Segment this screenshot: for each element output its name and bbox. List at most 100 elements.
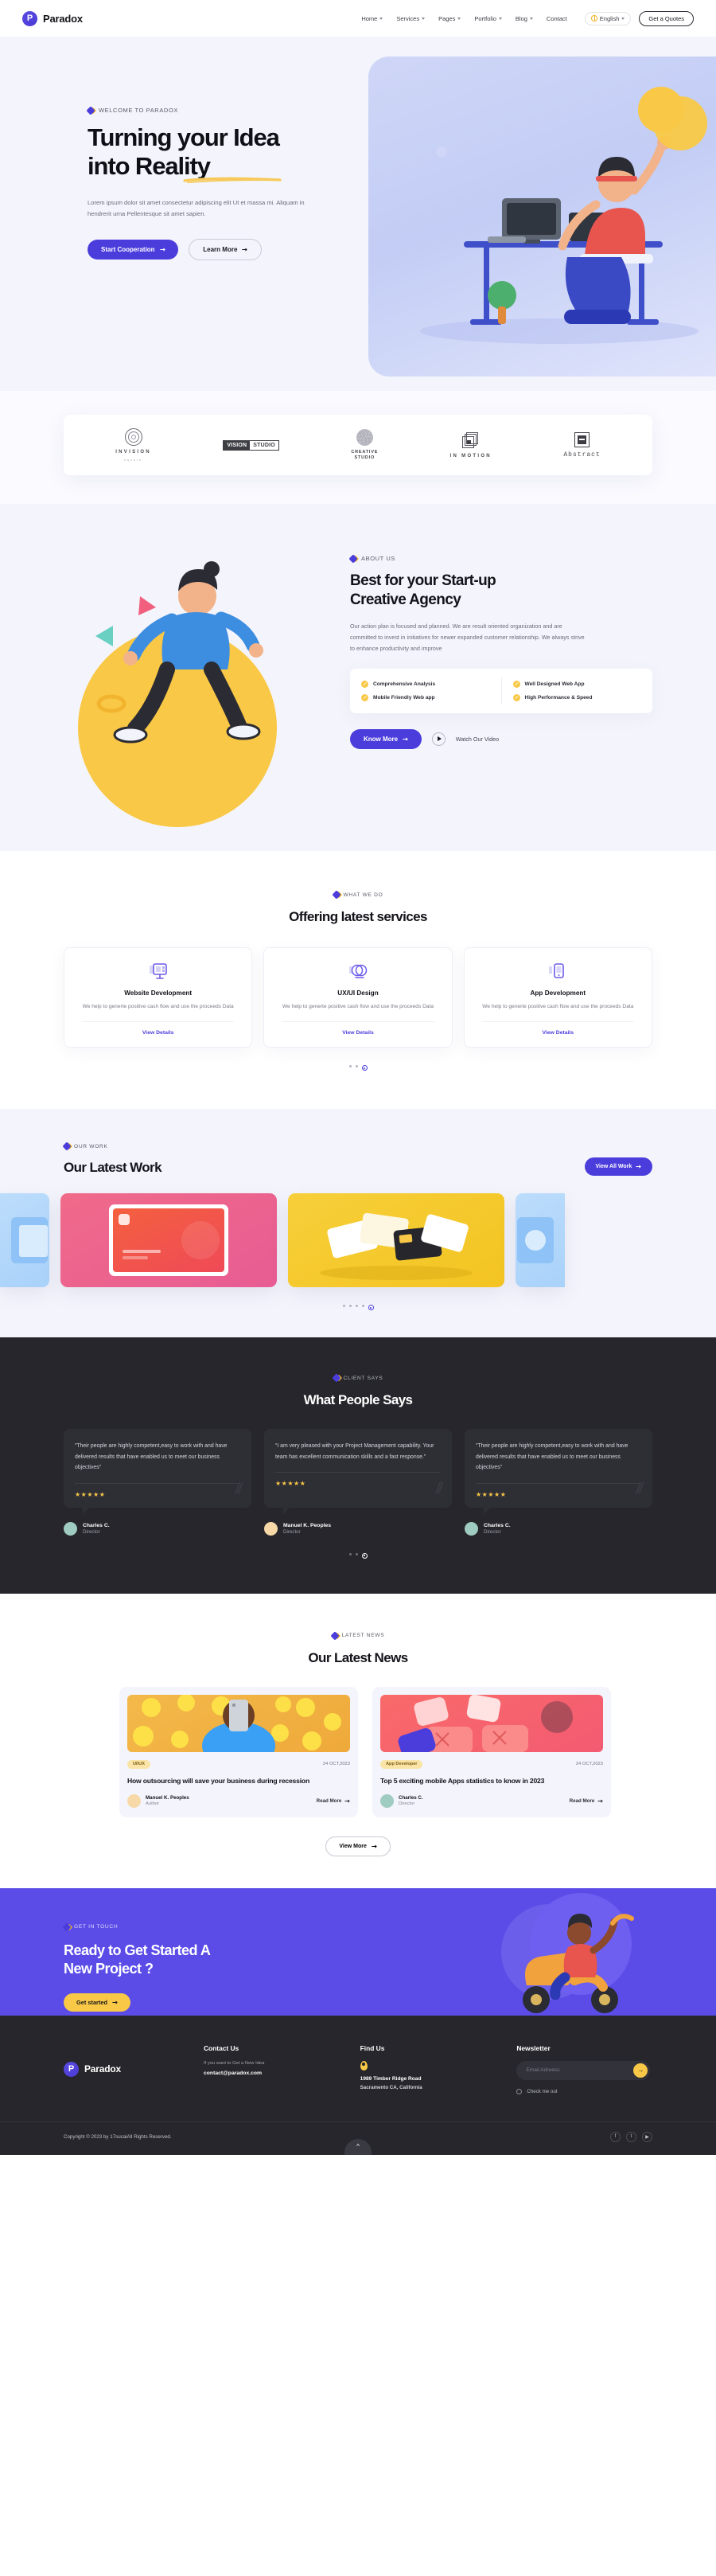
avatar: [64, 1521, 77, 1536]
news-title-text[interactable]: How outsourcing will save your business …: [127, 1776, 350, 1786]
news-section: LATEST NEWS Our Latest News UI/UX 24 OCT…: [0, 1593, 716, 1888]
services-eyebrow-label: WHAT WE DO: [343, 892, 383, 898]
youtube-icon[interactable]: ▶: [642, 2131, 652, 2142]
divider: [75, 1482, 240, 1484]
news-tag: UI/UX: [127, 1759, 150, 1769]
view-more-button[interactable]: View More ↗: [325, 1836, 391, 1856]
nav-item-home[interactable]: Home: [361, 15, 383, 22]
news-title-text[interactable]: Top 5 exciting mobile Apps statistics to…: [380, 1776, 603, 1786]
cta-eyebrow-label: GET IN TOUCH: [74, 1924, 119, 1930]
carousel-dot-active[interactable]: [361, 1065, 368, 1071]
diamond-icon: [62, 1922, 72, 1932]
carousel-dot[interactable]: [342, 1305, 345, 1308]
work-card-left-peek[interactable]: [0, 1193, 49, 1288]
divider: [275, 1472, 441, 1473]
carousel-dot[interactable]: [355, 1552, 358, 1555]
nav-label: Blog: [515, 14, 527, 22]
news-card[interactable]: UI/UX 24 OCT,2023 How outsourcing will s…: [119, 1686, 358, 1817]
brand-logo[interactable]: P Paradox: [22, 10, 83, 26]
testimonials-section: CLIENT SAYS What People Says “Their peop…: [0, 1337, 716, 1594]
carousel-dot-active[interactable]: [368, 1305, 374, 1311]
logo-creative-studio[interactable]: CREATIVE STUDIO: [351, 429, 378, 461]
facebook-icon[interactable]: f: [610, 2131, 621, 2142]
quote-mark-icon: //: [235, 1480, 241, 1497]
service-card-app-development[interactable]: App Development We help to generte posit…: [463, 947, 652, 1048]
logo-invision[interactable]: INVISION square: [115, 428, 151, 462]
logo-vision-studio[interactable]: VISION STUDIO: [223, 439, 279, 451]
testimonial-author: Charles C. Director: [465, 1521, 652, 1536]
work-card-tablet[interactable]: [60, 1193, 277, 1288]
read-more-link[interactable]: Read More ↗: [317, 1797, 352, 1805]
features-column-left: ✓ Comprehensive Analysis ✓ Mobile Friend…: [350, 677, 501, 704]
newsletter-email-input[interactable]: [526, 2067, 634, 2074]
watch-video-label[interactable]: Watch Our Video: [456, 736, 499, 743]
service-card-website-development[interactable]: Website Development We help to generte p…: [64, 947, 253, 1048]
creative-studio-icon: [356, 429, 373, 447]
brand-name: Paradox: [43, 12, 83, 25]
cta-title-line2: New Project ?: [64, 1961, 154, 1977]
language-selector[interactable]: English: [584, 11, 632, 25]
read-more-link[interactable]: Read More ↗: [570, 1797, 605, 1805]
logo-in-motion[interactable]: IN MOTION: [450, 431, 492, 459]
hero-content: WELCOME TO PARADOX Turning your Idea int…: [0, 37, 362, 391]
service-description: We help to generte positive cash flow an…: [482, 1004, 634, 1009]
news-thumbnail-emoji: [127, 1694, 350, 1752]
carousel-dot[interactable]: [361, 1305, 364, 1308]
testimonial-quote: “Their people are highly competent,easy …: [75, 1443, 228, 1471]
check-icon: ✓: [361, 680, 368, 688]
carousel-dot[interactable]: [348, 1552, 352, 1555]
carousel-dot[interactable]: [348, 1305, 352, 1308]
service-description: We help to generte positive cash flow an…: [82, 1004, 234, 1009]
newsletter-submit-button[interactable]: →: [633, 2063, 648, 2078]
nav-item-services[interactable]: Services: [396, 15, 426, 22]
carousel-dot-active[interactable]: [361, 1552, 368, 1559]
hero-eyebrow: WELCOME TO PARADOX: [86, 105, 362, 115]
about-content: ABOUT US Best for your Start-up Creative…: [348, 541, 652, 749]
know-more-button[interactable]: Know More ↗: [350, 728, 422, 749]
footer-find-heading: Find Us: [360, 2043, 385, 2052]
learn-more-button[interactable]: Learn More ↗: [189, 238, 263, 260]
work-card-cards[interactable]: [288, 1193, 504, 1288]
newsletter-checkbox-row[interactable]: Check me out: [516, 2088, 652, 2094]
logo-label: CREATIVE STUDIO: [351, 450, 378, 461]
cta-content: GET IN TOUCH Ready to Get Started A New …: [62, 1888, 652, 2012]
view-details-link[interactable]: View Details: [277, 1030, 438, 1036]
checkbox-icon[interactable]: [516, 2088, 523, 2094]
newsletter-field[interactable]: →: [516, 2060, 651, 2080]
view-all-work-button[interactable]: View All Work ↗: [584, 1157, 652, 1177]
news-card[interactable]: App Developer 24 OCT,2023 Top 5 exciting…: [372, 1686, 611, 1817]
nav-item-pages[interactable]: Pages: [438, 15, 461, 22]
nav-label: Portfolio: [474, 14, 496, 22]
start-cooperation-button[interactable]: Start Cooperation ↗: [88, 239, 179, 260]
about-title-line2: Creative Agency: [350, 591, 461, 608]
footer-brand[interactable]: P Paradox: [64, 2044, 183, 2094]
carousel-dot[interactable]: [348, 1065, 352, 1068]
chevron-down-icon: [529, 17, 533, 20]
rating-stars: ★★★★★: [476, 1490, 507, 1498]
view-details-link[interactable]: View Details: [77, 1030, 239, 1036]
diamond-icon: [86, 105, 95, 115]
nav-item-contact[interactable]: Contact: [547, 15, 567, 22]
chevron-down-icon: [422, 17, 426, 20]
logo-abstract[interactable]: Abstract: [563, 431, 600, 459]
news-footer: Manuel K. Peoples Author Read More ↗: [127, 1793, 352, 1808]
feature-row: ✓ Comprehensive Analysis: [361, 677, 490, 691]
play-video-button[interactable]: [431, 732, 446, 746]
carousel-dot[interactable]: [355, 1305, 358, 1308]
chevron-down-icon: [621, 17, 625, 20]
nav-item-blog[interactable]: Blog: [516, 15, 533, 22]
get-started-button[interactable]: Get started ↗: [64, 1992, 130, 2012]
view-details-link[interactable]: View Details: [477, 1030, 639, 1036]
nav-item-portfolio[interactable]: Portfolio: [474, 15, 502, 22]
footer-email[interactable]: contact@paradox.com: [204, 2071, 340, 2076]
twitter-icon[interactable]: t: [626, 2131, 636, 2142]
get-quote-button[interactable]: Get a Quotes: [639, 10, 694, 26]
carousel-dot[interactable]: [355, 1065, 358, 1068]
testimonials-eyebrow-label: CLIENT SAYS: [343, 1375, 383, 1381]
work-card-right-peek[interactable]: [516, 1193, 565, 1288]
play-icon: [437, 736, 442, 742]
service-card-ux-ui-design[interactable]: UX/UI Design We help to generte positive…: [263, 947, 453, 1048]
about-title: Best for your Start-up Creative Agency: [350, 572, 652, 610]
testimonial-card: “Their people are highly competent,easy …: [64, 1429, 251, 1514]
testimonial-quote: “I am very pleased with your Project Man…: [275, 1443, 434, 1460]
